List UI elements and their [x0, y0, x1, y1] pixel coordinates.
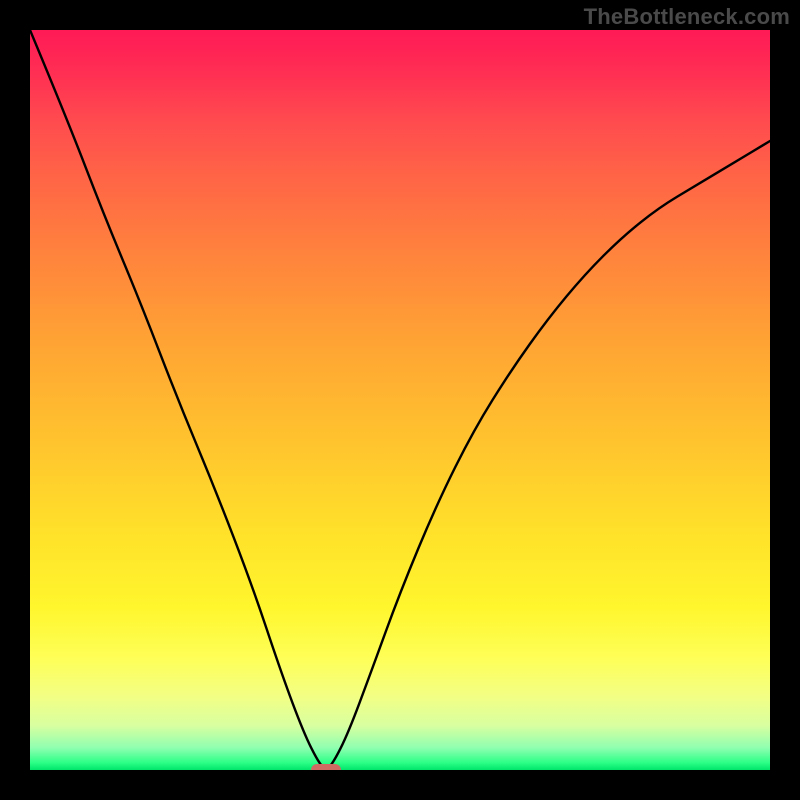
chart-container: TheBottleneck.com: [0, 0, 800, 800]
plot-area: [30, 30, 770, 770]
bottleneck-curve-path: [30, 30, 770, 768]
watermark-text: TheBottleneck.com: [584, 4, 790, 30]
optimal-marker: [311, 764, 341, 770]
curve-svg: [30, 30, 770, 770]
